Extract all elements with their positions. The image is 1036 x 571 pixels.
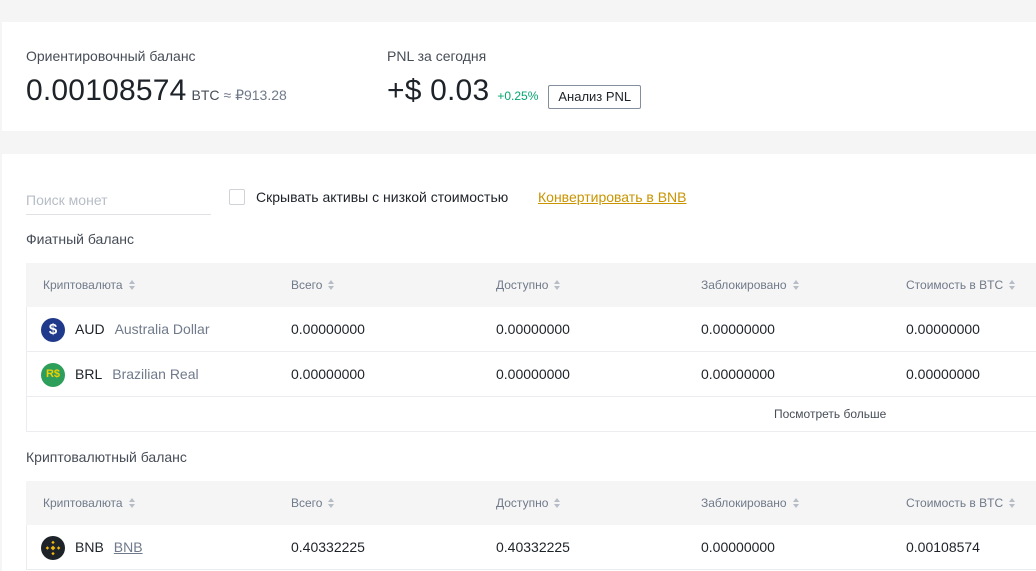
assets-card: Поиск монет Скрывать активы с низкой сто… bbox=[2, 154, 1036, 571]
column-header-locked[interactable]: Заблокировано bbox=[701, 263, 799, 307]
coin-symbol: BNB bbox=[75, 539, 104, 555]
column-header-total[interactable]: Всего bbox=[291, 263, 335, 307]
column-header-btc-value[interactable]: Стоимость в BTC bbox=[906, 263, 1016, 307]
sort-icon bbox=[328, 498, 335, 508]
pnl-analysis-button[interactable]: Анализ PNL bbox=[548, 85, 642, 109]
coin-symbol: BRL bbox=[75, 366, 103, 382]
column-header-locked[interactable]: Заблокировано bbox=[701, 481, 799, 525]
total-cell: 0.40332225 bbox=[291, 539, 365, 555]
column-header-available[interactable]: Доступно bbox=[496, 481, 561, 525]
btc-value-cell: 0.00000000 bbox=[906, 366, 980, 382]
column-header-currency[interactable]: Криптовалюта bbox=[43, 481, 135, 525]
sort-icon bbox=[328, 280, 335, 290]
balance-unit: BTC bbox=[191, 87, 220, 103]
view-more-link[interactable]: Посмотреть больше bbox=[774, 397, 886, 432]
total-cell: 0.00000000 bbox=[291, 321, 365, 337]
estimated-balance-label: Ориентировочный баланс bbox=[26, 48, 196, 64]
search-input[interactable]: Поиск монет bbox=[26, 190, 211, 215]
table-row: $ AUD Australia Dollar 0.00000000 0.0000… bbox=[26, 307, 1036, 352]
hide-small-label: Скрывать активы с низкой стоимостью bbox=[256, 189, 509, 205]
available-cell: 0.00000000 bbox=[496, 366, 570, 382]
coin-cell: BNB BNB bbox=[41, 525, 143, 570]
sort-icon bbox=[554, 498, 561, 508]
column-header-btc-value[interactable]: Стоимость в BTC bbox=[906, 481, 1016, 525]
sort-icon bbox=[128, 498, 135, 508]
real-icon: R$ bbox=[41, 362, 65, 387]
pnl-today: PNL за сегодня +$ 0.03 +0.25% Анализ PNL bbox=[387, 48, 642, 109]
balance-summary-card: Ориентировочный баланс 0.00108574 BTC ≈ … bbox=[2, 22, 1036, 131]
fiat-table: Криптовалюта Всего Доступно Заблокирован… bbox=[26, 263, 1036, 432]
balance-fiat-value: ≈ ₽913.28 bbox=[223, 87, 287, 103]
estimated-balance-value: 0.00108574 bbox=[26, 74, 187, 107]
sort-icon bbox=[1009, 498, 1016, 508]
available-cell: 0.00000000 bbox=[496, 321, 570, 337]
sort-icon bbox=[554, 280, 561, 290]
locked-cell: 0.00000000 bbox=[701, 366, 775, 382]
sort-icon bbox=[792, 280, 799, 290]
pnl-label: PNL за сегодня bbox=[387, 48, 487, 64]
locked-cell: 0.00000000 bbox=[701, 539, 775, 555]
pnl-value: +$ 0.03 bbox=[387, 74, 490, 107]
btc-value-cell: 0.00108574 bbox=[906, 539, 980, 555]
column-header-available[interactable]: Доступно bbox=[496, 263, 561, 307]
estimated-balance: Ориентировочный баланс 0.00108574 BTC ≈ … bbox=[26, 48, 287, 108]
crypto-balance-title: Криптовалютный баланс bbox=[26, 449, 187, 465]
column-header-currency[interactable]: Криптовалюта bbox=[43, 263, 135, 307]
pnl-percent: +0.25% bbox=[497, 89, 539, 103]
coin-cell: $ AUD Australia Dollar bbox=[41, 307, 210, 352]
table-header: Криптовалюта Всего Доступно Заблокирован… bbox=[26, 263, 1036, 307]
btc-value-cell: 0.00000000 bbox=[906, 321, 980, 337]
view-more-row: Посмотреть больше bbox=[26, 397, 1036, 432]
table-header: Криптовалюта Всего Доступно Заблокирован… bbox=[26, 481, 1036, 525]
coin-cell: R$ BRL Brazilian Real bbox=[41, 352, 199, 397]
dollar-icon: $ bbox=[41, 317, 65, 342]
convert-to-bnb-link[interactable]: Конвертировать в BNB bbox=[538, 189, 687, 205]
sort-icon bbox=[128, 280, 135, 290]
total-cell: 0.00000000 bbox=[291, 366, 365, 382]
sort-icon bbox=[792, 498, 799, 508]
hide-small-toggle[interactable]: Скрывать активы с низкой стоимостью bbox=[229, 189, 508, 205]
sort-icon bbox=[1009, 280, 1016, 290]
coin-name-link[interactable]: BNB bbox=[114, 525, 143, 570]
coin-name: Brazilian Real bbox=[112, 366, 199, 382]
fiat-balance-title: Фиатный баланс bbox=[26, 231, 135, 247]
locked-cell: 0.00000000 bbox=[701, 321, 775, 337]
coin-symbol: AUD bbox=[75, 321, 105, 337]
crypto-table: Криптовалюта Всего Доступно Заблокирован… bbox=[26, 481, 1036, 570]
hide-small-checkbox[interactable] bbox=[229, 189, 245, 205]
coin-name: Australia Dollar bbox=[114, 321, 210, 337]
available-cell: 0.40332225 bbox=[496, 539, 570, 555]
bnb-icon bbox=[41, 535, 65, 560]
table-row: BNB BNB 0.40332225 0.40332225 0.00000000… bbox=[26, 525, 1036, 570]
column-header-total[interactable]: Всего bbox=[291, 481, 335, 525]
table-row: R$ BRL Brazilian Real 0.00000000 0.00000… bbox=[26, 352, 1036, 397]
